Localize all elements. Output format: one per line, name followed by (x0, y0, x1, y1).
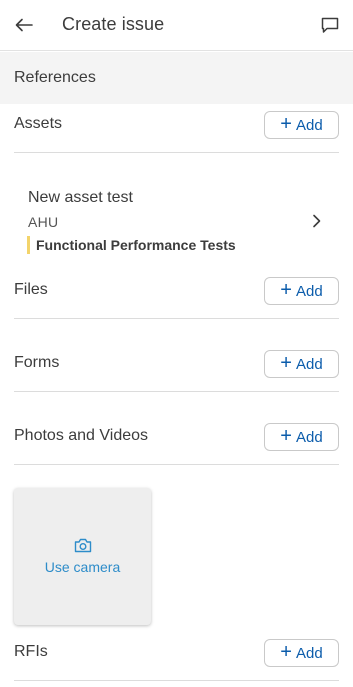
references-title: References (14, 69, 96, 86)
plus-icon: + (280, 425, 292, 447)
camera-icon (74, 538, 91, 553)
add-asset-button[interactable]: + Add (264, 111, 339, 139)
add-file-label: Add (295, 282, 323, 300)
add-photo-button[interactable]: + Add (264, 423, 339, 451)
files-label: Files (14, 281, 48, 298)
app-header: Create issue (0, 0, 353, 51)
arrow-left-icon (15, 18, 33, 32)
forms-label: Forms (14, 354, 60, 371)
add-rfi-button[interactable]: + Add (264, 639, 339, 667)
plus-icon: + (280, 641, 292, 663)
assets-label: Assets (14, 115, 63, 132)
add-form-label: Add (295, 355, 323, 373)
use-camera-label: Use camera (44, 559, 121, 575)
use-camera-button[interactable]: Use camera (14, 488, 151, 625)
plus-icon: + (280, 352, 292, 374)
add-asset-label: Add (295, 116, 323, 134)
add-rfi-label: Add (295, 644, 323, 662)
chevron-right-icon (313, 214, 321, 228)
divider (14, 152, 339, 153)
add-file-button[interactable]: + Add (264, 277, 339, 305)
photos-videos-label: Photos and Videos (14, 427, 149, 444)
add-photo-label: Add (295, 428, 323, 446)
divider (14, 318, 339, 319)
asset-status-tag: Functional Performance Tests (27, 236, 236, 254)
page-title: Create issue (62, 14, 165, 34)
divider (14, 464, 339, 465)
add-form-button[interactable]: + Add (264, 350, 339, 378)
references-section-header: References (0, 52, 353, 104)
rfis-label: RFIs (14, 643, 48, 660)
divider (14, 680, 339, 681)
plus-icon: + (280, 113, 292, 135)
plus-icon: + (280, 279, 292, 301)
comment-icon (321, 17, 339, 33)
divider (14, 391, 339, 392)
asset-type: AHU (28, 214, 59, 230)
asset-list-item[interactable]: New asset test AHU Functional Performanc… (14, 176, 339, 262)
asset-name: New asset test (28, 189, 133, 206)
back-button[interactable] (10, 12, 38, 38)
comment-button[interactable] (317, 12, 343, 38)
